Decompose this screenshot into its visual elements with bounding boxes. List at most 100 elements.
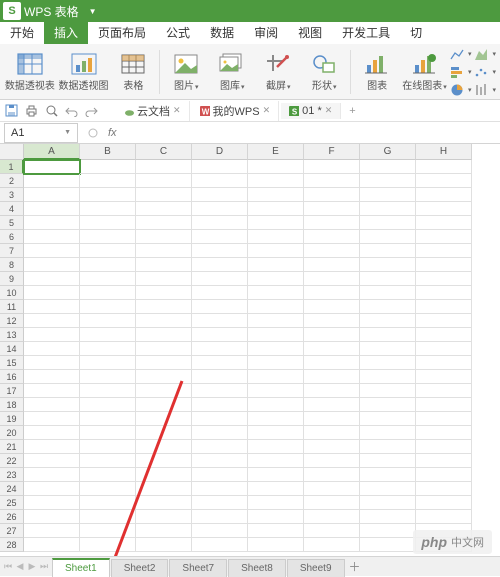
preview-icon[interactable] — [44, 104, 58, 118]
cell-B23[interactable] — [80, 468, 136, 482]
cell-A1[interactable] — [24, 160, 80, 174]
cell-H26[interactable] — [416, 510, 472, 524]
sheet-tab-Sheet8[interactable]: Sheet8 — [228, 559, 286, 577]
row-header-28[interactable]: 28 — [0, 538, 24, 552]
menu-开发工具[interactable]: 开发工具 — [332, 20, 400, 44]
cell-H25[interactable] — [416, 496, 472, 510]
cell-D23[interactable] — [192, 468, 248, 482]
cell-E1[interactable] — [248, 160, 304, 174]
cell-A16[interactable] — [24, 370, 80, 384]
cell-A23[interactable] — [24, 468, 80, 482]
row-header-20[interactable]: 20 — [0, 426, 24, 440]
cell-C11[interactable] — [136, 300, 192, 314]
cell-A14[interactable] — [24, 342, 80, 356]
cell-B2[interactable] — [80, 174, 136, 188]
row-header-16[interactable]: 16 — [0, 370, 24, 384]
cell-G13[interactable] — [360, 328, 416, 342]
doc-tab-2[interactable]: S01 *✕ — [281, 103, 341, 119]
add-sheet-button[interactable]: ＋ — [346, 559, 364, 575]
menu-审阅[interactable]: 审阅 — [244, 20, 288, 44]
cell-A18[interactable] — [24, 398, 80, 412]
cell-D17[interactable] — [192, 384, 248, 398]
cell-B8[interactable] — [80, 258, 136, 272]
cell-D22[interactable] — [192, 454, 248, 468]
cell-A9[interactable] — [24, 272, 80, 286]
cell-G14[interactable] — [360, 342, 416, 356]
cells-area[interactable] — [24, 160, 472, 552]
cell-H16[interactable] — [416, 370, 472, 384]
cell-B28[interactable] — [80, 538, 136, 552]
cell-F6[interactable] — [304, 230, 360, 244]
cell-G11[interactable] — [360, 300, 416, 314]
cell-G6[interactable] — [360, 230, 416, 244]
cell-F5[interactable] — [304, 216, 360, 230]
cell-G19[interactable] — [360, 412, 416, 426]
app-dropdown[interactable]: ▼ — [85, 7, 101, 16]
menu-插入[interactable]: 插入 — [44, 20, 88, 44]
cell-D6[interactable] — [192, 230, 248, 244]
cell-H19[interactable] — [416, 412, 472, 426]
cell-B22[interactable] — [80, 454, 136, 468]
cell-C18[interactable] — [136, 398, 192, 412]
cell-C16[interactable] — [136, 370, 192, 384]
prev-sheet-button[interactable]: ◀ — [15, 561, 25, 573]
cell-D28[interactable] — [192, 538, 248, 552]
cell-D5[interactable] — [192, 216, 248, 230]
bar-chart-icon[interactable] — [450, 65, 464, 79]
col-header-H[interactable]: H — [416, 144, 472, 160]
row-header-14[interactable]: 14 — [0, 342, 24, 356]
cell-D13[interactable] — [192, 328, 248, 342]
row-header-3[interactable]: 3 — [0, 188, 24, 202]
cell-C14[interactable] — [136, 342, 192, 356]
cell-A7[interactable] — [24, 244, 80, 258]
menu-切[interactable]: 切 — [400, 20, 432, 44]
cell-A28[interactable] — [24, 538, 80, 552]
cell-E7[interactable] — [248, 244, 304, 258]
cell-D18[interactable] — [192, 398, 248, 412]
row-header-18[interactable]: 18 — [0, 398, 24, 412]
cell-F16[interactable] — [304, 370, 360, 384]
cell-D1[interactable] — [192, 160, 248, 174]
cell-F14[interactable] — [304, 342, 360, 356]
cell-G15[interactable] — [360, 356, 416, 370]
cell-E4[interactable] — [248, 202, 304, 216]
picture-button[interactable]: 图片▾ — [164, 46, 208, 98]
cell-G9[interactable] — [360, 272, 416, 286]
cell-D21[interactable] — [192, 440, 248, 454]
cell-C8[interactable] — [136, 258, 192, 272]
cell-G4[interactable] — [360, 202, 416, 216]
cell-F26[interactable] — [304, 510, 360, 524]
cell-C3[interactable] — [136, 188, 192, 202]
cell-C6[interactable] — [136, 230, 192, 244]
cell-B12[interactable] — [80, 314, 136, 328]
cell-F1[interactable] — [304, 160, 360, 174]
cell-A11[interactable] — [24, 300, 80, 314]
cell-F3[interactable] — [304, 188, 360, 202]
cell-A2[interactable] — [24, 174, 80, 188]
last-sheet-button[interactable]: ⏭ — [39, 561, 49, 573]
doc-tab-0[interactable]: 云文档✕ — [116, 101, 190, 121]
cell-B5[interactable] — [80, 216, 136, 230]
cell-D27[interactable] — [192, 524, 248, 538]
cell-H15[interactable] — [416, 356, 472, 370]
cell-H9[interactable] — [416, 272, 472, 286]
cell-H6[interactable] — [416, 230, 472, 244]
cell-H8[interactable] — [416, 258, 472, 272]
cell-H20[interactable] — [416, 426, 472, 440]
cell-F8[interactable] — [304, 258, 360, 272]
cell-B14[interactable] — [80, 342, 136, 356]
cell-G2[interactable] — [360, 174, 416, 188]
chart-button[interactable]: 图表 — [355, 46, 399, 98]
cell-E10[interactable] — [248, 286, 304, 300]
cell-F21[interactable] — [304, 440, 360, 454]
row-header-2[interactable]: 2 — [0, 174, 24, 188]
cell-A20[interactable] — [24, 426, 80, 440]
cell-B11[interactable] — [80, 300, 136, 314]
cell-D26[interactable] — [192, 510, 248, 524]
cell-D2[interactable] — [192, 174, 248, 188]
cell-F7[interactable] — [304, 244, 360, 258]
cell-D4[interactable] — [192, 202, 248, 216]
cell-H3[interactable] — [416, 188, 472, 202]
cell-D24[interactable] — [192, 482, 248, 496]
cell-A12[interactable] — [24, 314, 80, 328]
